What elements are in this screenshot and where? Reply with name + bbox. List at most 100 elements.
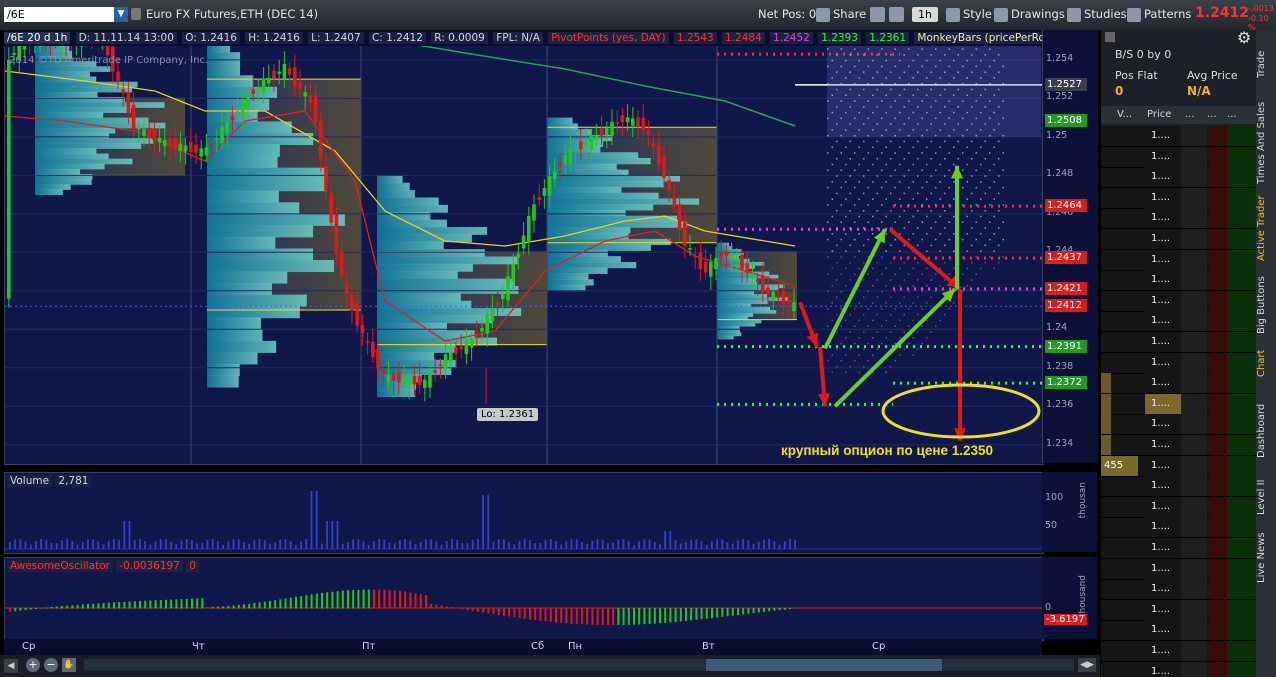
ladder-ask[interactable]	[1209, 146, 1227, 167]
ladder-row[interactable]: 1....	[1101, 146, 1257, 168]
ladder-row[interactable]: 1....	[1101, 558, 1257, 580]
col-dots-3[interactable]: ...	[1227, 106, 1237, 124]
ladder-row[interactable]: 1....	[1101, 599, 1257, 621]
ladder-ask[interactable]	[1209, 558, 1227, 579]
price-chart[interactable]: 2014 ©TD Ameritrade IP Company, Inc. Lo:…	[4, 30, 1044, 465]
ladder-bid[interactable]	[1181, 641, 1207, 661]
ladder-row[interactable]: 1....	[1101, 332, 1257, 353]
chart-label[interactable]: /6E 20 d 1h	[4, 32, 71, 44]
ladder-row[interactable]: 1....	[1101, 208, 1257, 230]
ladder-ask[interactable]	[1209, 229, 1227, 249]
ladder-bid[interactable]	[1181, 455, 1207, 476]
symbol-input[interactable]: /6E	[4, 7, 114, 22]
ladder-ask[interactable]	[1209, 187, 1227, 208]
chevron-left-icon[interactable]: ◀	[4, 659, 18, 673]
ladder-row[interactable]: 1....	[1101, 435, 1257, 456]
ladder-bid[interactable]	[1181, 187, 1207, 208]
col-dots-2[interactable]: ...	[1207, 106, 1217, 124]
ladder-bid[interactable]	[1181, 517, 1207, 538]
volume-pane[interactable]: Volume 2,781	[4, 472, 1044, 554]
ladder-bid[interactable]	[1181, 167, 1207, 188]
ladder-bid[interactable]	[1181, 208, 1207, 229]
ladder-row[interactable]: 1....	[1101, 641, 1257, 662]
scrollbar-thumb[interactable]	[706, 659, 942, 671]
ladder-ask[interactable]	[1209, 661, 1227, 677]
ladder-ask[interactable]	[1209, 332, 1227, 352]
ladder-row[interactable]: 1....	[1101, 126, 1257, 147]
ladder-bid[interactable]	[1181, 496, 1207, 517]
ladder-ask[interactable]	[1209, 270, 1227, 291]
ladder-ask[interactable]	[1209, 126, 1227, 146]
share-button[interactable]: Share	[816, 6, 866, 23]
ladder-row[interactable]: 1....	[1101, 517, 1257, 539]
ladder-bid[interactable]	[1181, 620, 1207, 641]
ao-pane[interactable]: AwesomeOscillator -0.0036197 0	[4, 557, 1044, 641]
ladder-bid[interactable]	[1181, 126, 1207, 146]
ladder-bid[interactable]	[1181, 558, 1207, 579]
ladder-ask[interactable]	[1209, 373, 1227, 394]
ladder-bid[interactable]	[1181, 476, 1207, 497]
ladder-row[interactable]: 1....	[1101, 620, 1257, 642]
ladder-row[interactable]: 1....	[1101, 476, 1257, 498]
col-volume[interactable]: V...	[1117, 106, 1132, 124]
ladder-ask[interactable]	[1209, 208, 1227, 229]
ladder-row[interactable]: 1....	[1101, 167, 1257, 189]
ladder-ask[interactable]	[1209, 167, 1227, 188]
patterns-button[interactable]: Patterns	[1127, 6, 1191, 23]
tab-times-and-sales[interactable]: Times And Sales	[1256, 96, 1276, 190]
drawings-button[interactable]: Drawings	[994, 6, 1065, 23]
ladder-row[interactable]: 1....	[1101, 538, 1257, 559]
ladder-bid[interactable]	[1181, 229, 1207, 249]
tab-dashboard[interactable]: Dashboard	[1256, 400, 1276, 462]
ladder-row[interactable]: 1....	[1101, 414, 1257, 436]
symbol-dropdown-icon[interactable]: ▼	[114, 7, 128, 22]
ladder-ask[interactable]	[1209, 435, 1227, 455]
ladder-bid[interactable]	[1181, 538, 1207, 558]
timeframe-button[interactable]: 1h	[912, 7, 938, 22]
ladder-ask[interactable]	[1209, 455, 1227, 476]
style-button[interactable]: Style	[946, 6, 992, 23]
ladder-row[interactable]: 1....	[1101, 229, 1257, 250]
ladder-row[interactable]: 1....	[1101, 496, 1257, 518]
ladder-ask[interactable]	[1209, 476, 1227, 497]
zoom-out-icon[interactable]: −	[44, 658, 58, 672]
tab-big-buttons[interactable]: Big Buttons	[1256, 270, 1276, 340]
tab-trade[interactable]: Trade	[1256, 34, 1276, 94]
ladder-ask[interactable]	[1209, 517, 1227, 538]
horizontal-scrollbar[interactable]	[84, 659, 1074, 671]
col-price[interactable]: Price	[1147, 106, 1171, 124]
ladder-bid[interactable]	[1181, 435, 1207, 455]
ladder-bid[interactable]	[1181, 352, 1207, 373]
tab-live-news[interactable]: Live News	[1256, 530, 1276, 586]
ladder-ask[interactable]	[1209, 641, 1227, 661]
ladder-bid[interactable]	[1181, 661, 1207, 677]
monkey-label[interactable]: MonkeyBars (pricePerRowHeightMode:...	[914, 32, 1042, 44]
panel-menu-icon[interactable]	[1105, 32, 1115, 42]
ladder-bid[interactable]	[1181, 414, 1207, 435]
tab-active-trader[interactable]: Active Trader	[1256, 190, 1276, 266]
expand-icon[interactable]: ◀▶	[1078, 658, 1096, 672]
wrench-icon[interactable]	[889, 7, 904, 22]
zoom-in-icon[interactable]: +	[26, 658, 40, 672]
ladder-row[interactable]: 1....	[1101, 352, 1257, 374]
ladder-ask[interactable]	[1209, 538, 1227, 558]
ladder-row[interactable]: 1....	[1101, 579, 1257, 601]
ladder-ask[interactable]	[1209, 311, 1227, 332]
ladder-row[interactable]: 1....	[1101, 290, 1257, 312]
price-axis[interactable]: 1.2541.2521.251.2481.2461.2441.2421.241.…	[1042, 30, 1098, 463]
ladder-bid[interactable]	[1181, 290, 1207, 311]
ladder-bid[interactable]	[1181, 393, 1207, 414]
lock-icon[interactable]	[131, 8, 141, 20]
price-ladder[interactable]: 1.... 1.... 1.... 1.... 1.... 1.... 1.... 1....…	[1101, 126, 1257, 677]
ladder-ask[interactable]	[1209, 352, 1227, 373]
ladder-ask[interactable]	[1209, 290, 1227, 311]
ladder-bid[interactable]	[1181, 373, 1207, 394]
col-dots-1[interactable]: ...	[1185, 106, 1195, 124]
ladder-bid[interactable]	[1181, 270, 1207, 291]
ladder-bid[interactable]	[1181, 249, 1207, 270]
ladder-bid[interactable]	[1181, 579, 1207, 600]
ladder-row[interactable]: 1....	[1101, 187, 1257, 209]
ladder-ask[interactable]	[1209, 599, 1227, 620]
pivot-label[interactable]: PivotPoints (yes, DAY)	[548, 32, 669, 44]
studies-button[interactable]: Studies	[1067, 6, 1127, 23]
